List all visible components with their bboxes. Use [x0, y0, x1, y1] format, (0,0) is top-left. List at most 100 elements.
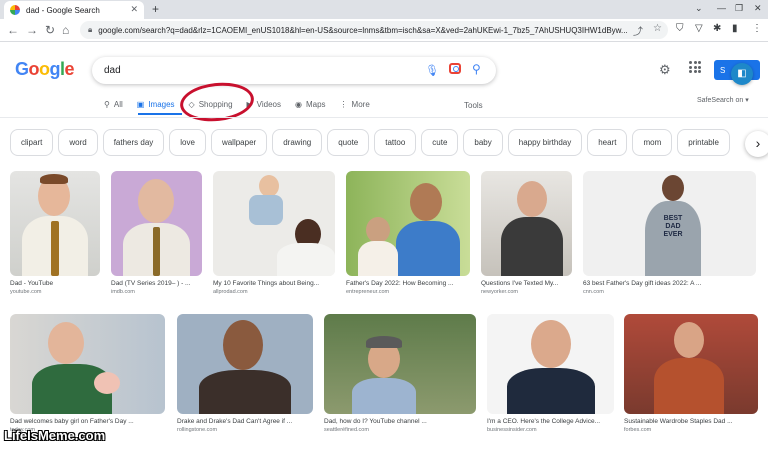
image-result[interactable]: Drake and Drake's Dad Can't Agree if ...…	[177, 314, 313, 433]
result-thumbnail	[487, 314, 614, 414]
image-result[interactable]: Sustainable Wardrobe Staples Dad ... for…	[624, 314, 758, 433]
restore-icon[interactable]: ❐	[735, 3, 743, 14]
image-result[interactable]: Dad - YouTube youtube.com	[10, 171, 100, 295]
result-caption: Father's Day 2022: How Becoming ...	[346, 280, 454, 287]
image-result[interactable]: Dad, how do I? YouTube channel ... seatt…	[324, 314, 476, 433]
bookmark-star-icon[interactable]: ☆	[653, 23, 662, 34]
tab-label: Maps	[305, 100, 326, 109]
image-result[interactable]: I'm a CEO. Here's the College Advice... …	[487, 314, 614, 433]
sidepanel-icon[interactable]: ▮	[732, 23, 738, 34]
map-pin-icon: ◉	[295, 100, 302, 109]
image-result[interactable]: My 10 Favorite Things about Being... all…	[213, 171, 335, 295]
share-icon[interactable]: ⤴	[633, 23, 643, 38]
new-tab-button[interactable]: +	[152, 2, 159, 16]
browser-tab[interactable]: dad - Google Search ✕	[4, 1, 144, 19]
result-source: seattleréfined.com	[324, 427, 369, 433]
search-query: dad	[104, 65, 121, 76]
result-caption: My 10 Favorite Things about Being...	[213, 280, 320, 287]
kebab-icon: ⋮	[339, 100, 348, 109]
microphone-icon[interactable]: 🎙︎	[425, 64, 439, 77]
tab-more[interactable]: ⋮ More	[340, 100, 370, 109]
lock-icon: 🔒︎	[88, 25, 93, 34]
forward-icon[interactable]: →	[26, 23, 38, 37]
tab-label: More	[351, 100, 370, 109]
result-thumbnail	[324, 314, 476, 414]
tab-label: Images	[148, 100, 175, 109]
home-icon[interactable]: ⌂	[62, 23, 69, 37]
chip[interactable]: tattoo	[374, 129, 417, 156]
chip[interactable]: word	[58, 129, 98, 156]
result-caption: Questions I've Texted My...	[481, 280, 559, 287]
chip[interactable]: clipart	[10, 129, 54, 156]
active-tab-indicator	[138, 113, 182, 115]
chip[interactable]: quote	[327, 129, 370, 156]
chip[interactable]: mom	[632, 129, 673, 156]
result-source: forbes.com	[624, 427, 652, 433]
puzzle-extensions-icon[interactable]: ✱	[713, 23, 721, 34]
extension-shield-icon[interactable]: ⛉	[676, 23, 684, 34]
chip[interactable]: drawing	[272, 129, 323, 156]
tools-button[interactable]: Tools	[464, 101, 483, 110]
minimize-icon[interactable]: —	[717, 3, 726, 13]
translate-extension-icon[interactable]: ◧	[731, 63, 753, 85]
search-icon[interactable]: ⚲	[472, 62, 481, 76]
google-lens-icon[interactable]	[449, 63, 461, 74]
image-result[interactable]: Dad welcomes baby girl on Father's Day .…	[10, 314, 165, 433]
result-source: rollingstone.com	[177, 427, 218, 433]
image-icon: ▣	[136, 100, 145, 109]
tab-images[interactable]: ▣ Images	[137, 100, 175, 109]
address-bar[interactable]: 🔒︎ google.com/search?q=dad&rlz=1CAOEMI_e…	[80, 21, 668, 39]
result-source: entrepreneur.com	[346, 289, 390, 295]
back-icon[interactable]: ←	[7, 23, 19, 37]
chip[interactable]: love	[169, 129, 206, 156]
kebab-menu-icon[interactable]: ⋮	[752, 23, 762, 34]
extension-vpn-icon[interactable]: ▽	[695, 23, 703, 34]
chip[interactable]: cute	[421, 129, 459, 156]
result-source: newyorker.com	[481, 289, 518, 295]
sign-in-label: S	[720, 66, 726, 75]
tab-all[interactable]: ⚲ All	[104, 100, 123, 109]
search-icon: ⚲	[104, 100, 110, 109]
result-caption: I'm a CEO. Here's the College Advice...	[487, 418, 601, 425]
result-thumbnail	[111, 171, 202, 276]
result-caption: 63 best Father's Day gift ideas 2022: A …	[583, 280, 702, 287]
result-source: businessinsider.com	[487, 427, 537, 433]
watermark: LifeIsMeme.com	[4, 428, 106, 443]
chip[interactable]: printable	[677, 129, 730, 156]
tab-close-icon[interactable]: ✕	[130, 4, 138, 15]
chip[interactable]: heart	[587, 129, 628, 156]
chip[interactable]: happy birthday	[507, 129, 583, 156]
reload-icon[interactable]: ↻	[45, 23, 55, 37]
url-text: google.com/search?q=dad&rlz=1CAOEMI_enUS…	[98, 25, 628, 35]
google-logo[interactable]: Google	[15, 59, 75, 80]
result-caption: Drake and Drake's Dad Can't Agree if ...	[177, 418, 293, 425]
image-result[interactable]: BEST DAD EVER 63 best Father's Day gift …	[583, 171, 756, 295]
chevron-down-icon[interactable]: ⌄	[695, 3, 703, 14]
shirt-text: BEST DAD EVER	[663, 215, 683, 238]
chip[interactable]: wallpaper	[210, 129, 268, 156]
result-caption: Dad welcomes baby girl on Father's Day .…	[10, 418, 134, 425]
browser-toolbar: ← → ↻ ⌂ 🔒︎ google.com/search?q=dad&rlz=1…	[0, 19, 768, 42]
chevron-right-icon[interactable]: ›	[745, 131, 768, 157]
tab-label: Videos	[256, 100, 281, 109]
result-source: cnn.com	[583, 289, 604, 295]
image-result[interactable]: Father's Day 2022: How Becoming ... entr…	[346, 171, 470, 295]
result-thumbnail	[177, 314, 313, 414]
apps-grid-icon[interactable]	[689, 61, 701, 73]
result-thumbnail	[346, 171, 470, 276]
result-source: allprodad.com	[213, 289, 248, 295]
result-thumbnail	[624, 314, 758, 414]
chip[interactable]: baby	[463, 129, 503, 156]
gear-icon[interactable]: ⚙	[659, 62, 671, 78]
result-caption: Sustainable Wardrobe Staples Dad ...	[624, 418, 733, 425]
tab-label: All	[113, 100, 123, 109]
image-result[interactable]: Dad (TV Series 2019– ) - ... imdb.com	[111, 171, 202, 295]
browser-tab-bar: dad - Google Search ✕ + ⌄ — ❐ ✕	[0, 0, 768, 19]
image-result[interactable]: Questions I've Texted My... newyorker.co…	[481, 171, 572, 295]
tab-maps[interactable]: ◉ Maps	[295, 100, 326, 109]
result-thumbnail: BEST DAD EVER	[583, 171, 756, 276]
chip[interactable]: fathers day	[102, 129, 165, 156]
result-thumbnail	[213, 171, 335, 276]
safesearch-toggle[interactable]: SafeSearch on ▾	[697, 96, 749, 104]
window-close-icon[interactable]: ✕	[754, 3, 762, 14]
